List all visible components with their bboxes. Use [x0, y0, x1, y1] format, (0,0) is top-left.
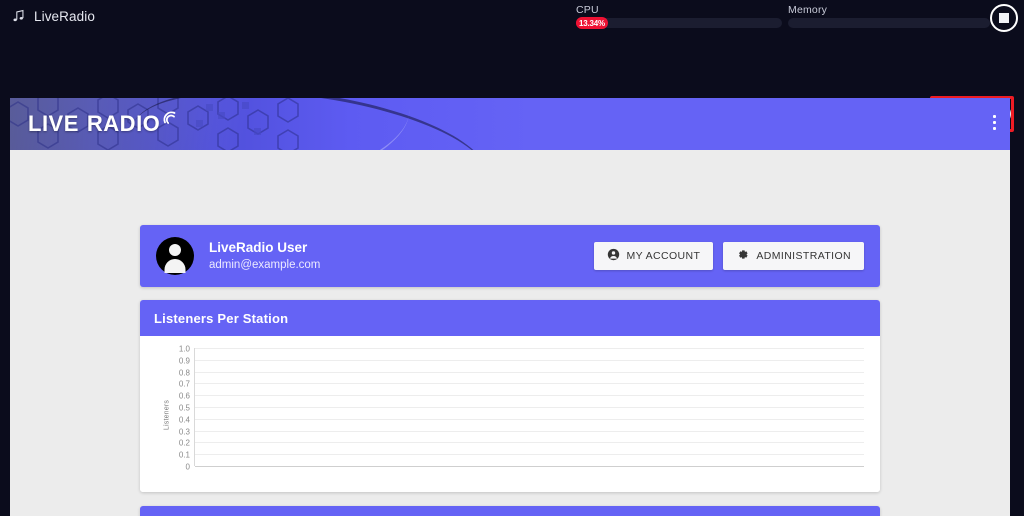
kebab-menu-icon[interactable]: [993, 115, 996, 130]
web-viewport: LIVE RADIO LiveRadio User admin@example.…: [10, 98, 1010, 516]
app-identity: LiveRadio: [12, 8, 95, 24]
chart-gridline: 0: [186, 463, 864, 472]
chart-gridline: 0.1: [179, 451, 864, 460]
gear-icon: [736, 248, 749, 264]
user-name: LiveRadio User: [209, 240, 308, 255]
y-axis-tick: 0.4: [178, 415, 190, 425]
y-axis-tick: 0.2: [178, 438, 190, 448]
chart-gridline: 0.8: [179, 368, 864, 377]
memory-gauge-track: [788, 18, 990, 28]
cpu-gauge-track: 13.34%: [576, 17, 782, 29]
chrome-title-bar: LiveRadio CPU 13.34% Memory: [0, 0, 1024, 38]
y-axis-tick: 0.9: [178, 356, 190, 366]
cpu-monitor: CPU 13.34%: [576, 4, 782, 29]
music-note-icon: [12, 8, 26, 24]
site-logo[interactable]: LIVE RADIO: [28, 112, 179, 136]
y-axis-tick: 1.0: [178, 344, 190, 354]
logo-text-radio: RADIO: [86, 111, 161, 136]
site-banner: LIVE RADIO: [10, 98, 1010, 150]
administration-label: ADMINISTRATION: [756, 250, 851, 262]
my-account-button[interactable]: MY ACCOUNT: [593, 242, 714, 270]
account-circle-icon: [607, 248, 620, 264]
broadcast-wave-icon: [161, 111, 179, 136]
chart-gridline: 0.4: [179, 415, 864, 424]
chart-gridline: 0.2: [179, 439, 864, 448]
card-body: Listeners 1.0 0.9 0.8 0.7 0.6 0.5 0.4 0.3 0.2 0.1…: [140, 336, 880, 492]
user-summary-card: LiveRadio User admin@example.com MY ACCO…: [140, 225, 880, 287]
chart-gridline: 1.0: [179, 345, 864, 354]
y-axis-title: Listeners: [163, 399, 171, 431]
listeners-chart[interactable]: Listeners 1.0 0.9 0.8 0.7 0.6 0.5 0.4 0.3 0.2 0.1…: [150, 345, 868, 484]
user-avatar-icon: [156, 237, 194, 275]
chart-gridline: 0.9: [179, 356, 864, 365]
memory-label: Memory: [788, 4, 828, 16]
user-email: admin@example.com: [209, 259, 321, 271]
page-content: LiveRadio User admin@example.com MY ACCO…: [10, 150, 1010, 516]
cpu-value-badge: 13.34%: [576, 17, 608, 29]
chart-plot-area: 1.0 0.9 0.8 0.7 0.6 0.5 0.4 0.3 0.2 0.1 0: [179, 345, 864, 472]
stop-button[interactable]: [990, 4, 1018, 32]
card-title: Listeners Per Station: [154, 310, 289, 326]
chart-gridline: 0.5: [179, 404, 864, 413]
y-axis-tick: 0.1: [178, 450, 190, 460]
app-title: LiveRadio: [34, 8, 95, 24]
chart-gridline: 0.3: [179, 427, 864, 436]
memory-monitor: Memory: [788, 4, 990, 28]
cpu-label: CPU: [576, 4, 599, 16]
chart-gridline: 0.7: [179, 380, 864, 389]
stop-square-icon: [999, 13, 1009, 23]
my-account-label: MY ACCOUNT: [626, 250, 701, 262]
y-axis-tick: 0.7: [178, 379, 190, 389]
chart-gridline: 0.6: [179, 392, 864, 401]
logo-text-live: LIVE: [28, 111, 79, 136]
card-header: Listeners Per Station: [140, 300, 880, 336]
y-axis-tick: 0.6: [178, 391, 190, 401]
next-card-header-partial: [140, 506, 880, 516]
chrome-toolbar: Open-new-tab Reload Page Refresh Configu…: [0, 38, 1024, 132]
y-axis-tick: 0: [185, 462, 190, 472]
listeners-per-station-card: Listeners Per Station Listeners 1.0 0.9 0.…: [140, 300, 880, 492]
user-info: LiveRadio User admin@example.com: [209, 239, 320, 273]
banner-swoosh-dark: [123, 98, 497, 150]
y-axis-tick: 0.5: [178, 403, 190, 413]
user-action-buttons: MY ACCOUNT ADMINISTRATION: [593, 242, 864, 270]
y-axis-tick: 0.8: [178, 368, 190, 378]
y-axis-tick: 0.3: [178, 427, 190, 437]
browser-chrome: LiveRadio CPU 13.34% Memory: [0, 0, 1024, 132]
administration-button[interactable]: ADMINISTRATION: [723, 242, 864, 270]
user-row: LiveRadio User admin@example.com MY ACCO…: [140, 225, 880, 287]
